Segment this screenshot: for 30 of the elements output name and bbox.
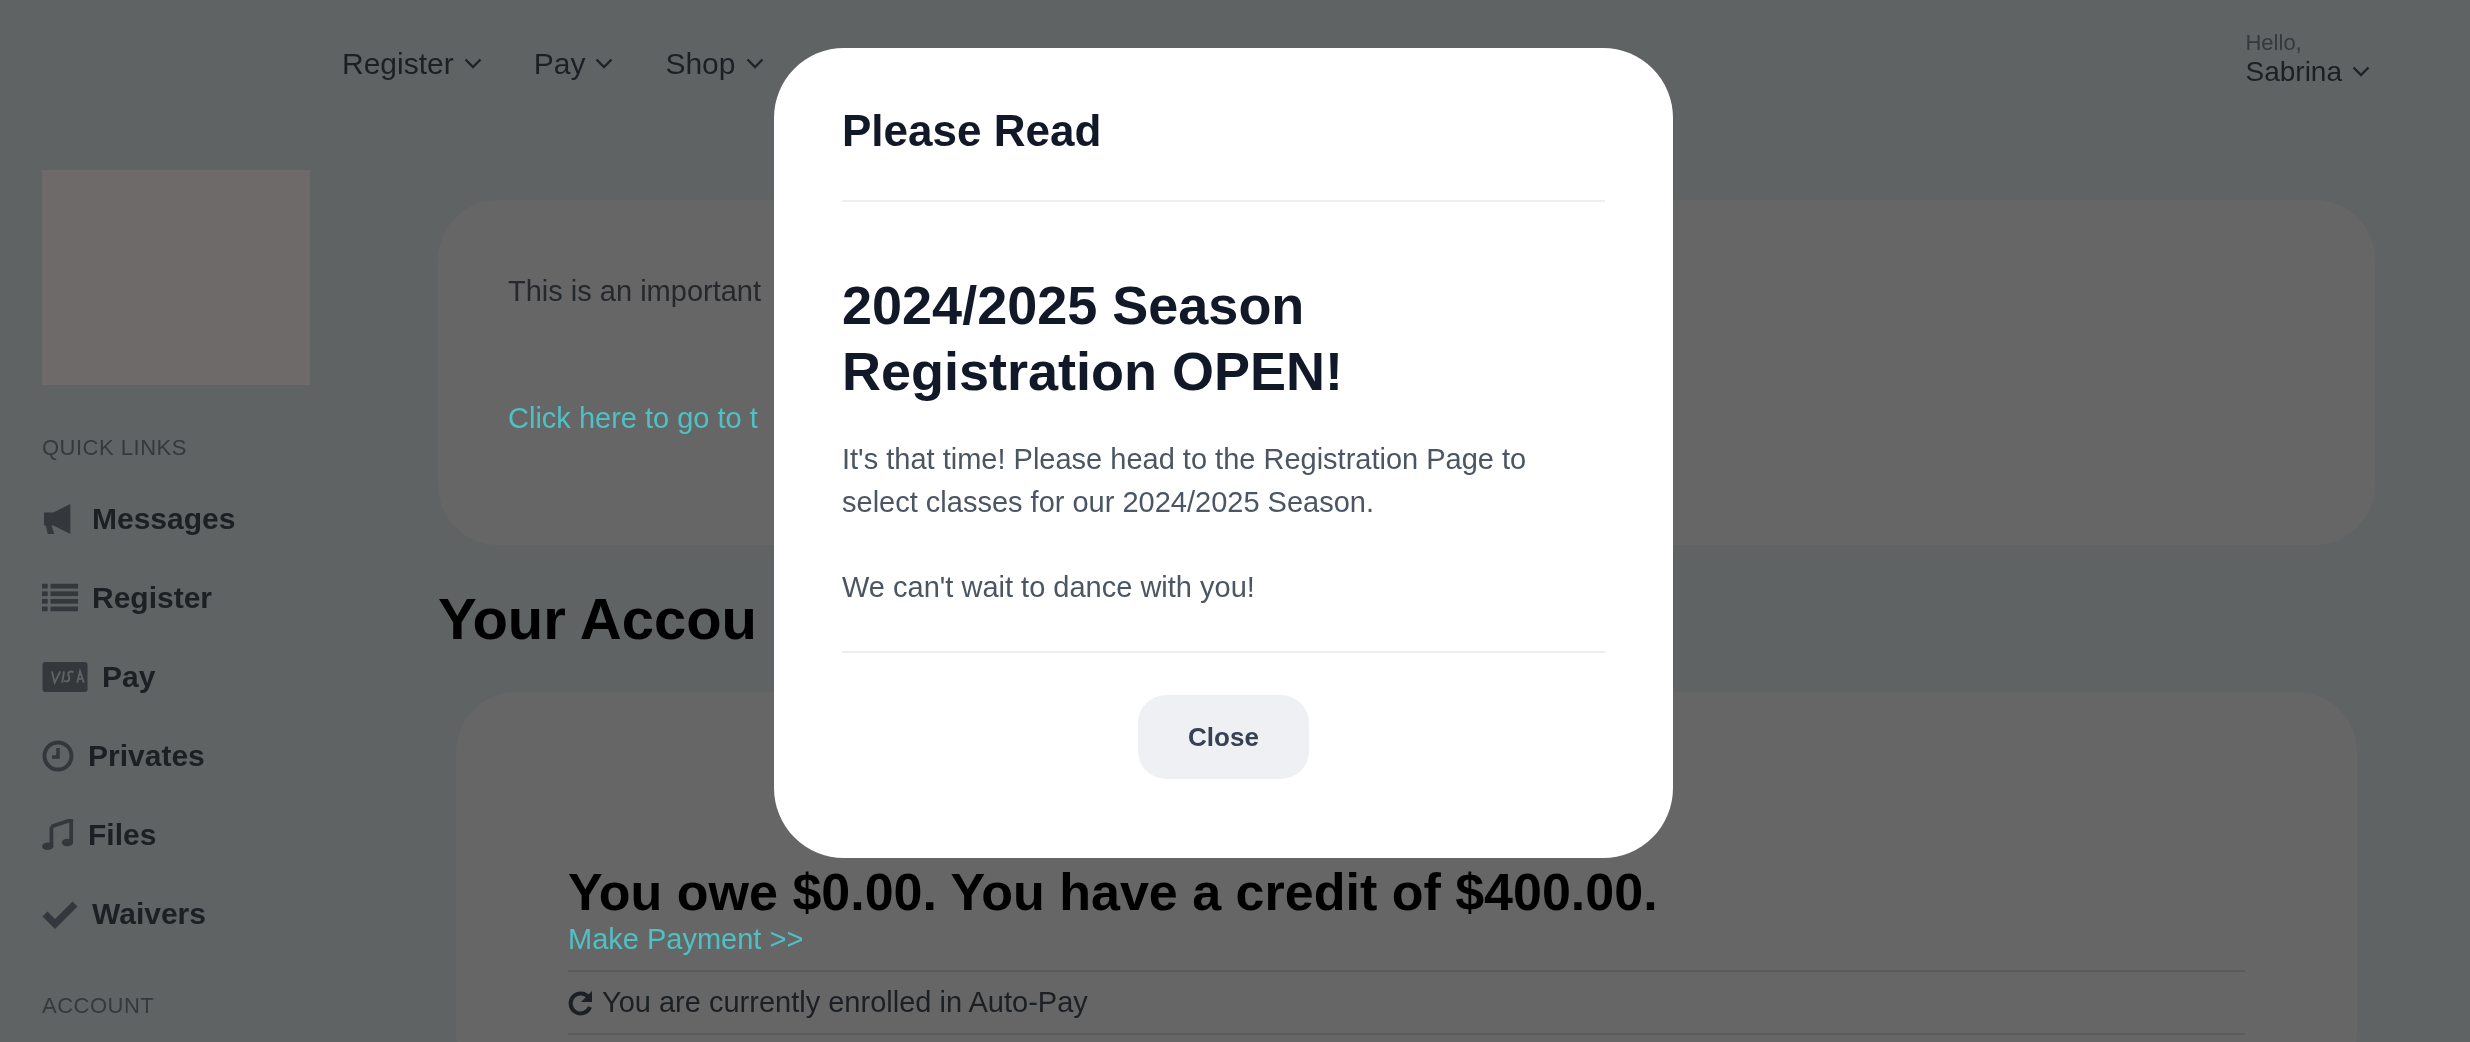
section-title: Your Accou [438, 585, 758, 652]
sidebar-item[interactable]: Messages [42, 479, 236, 558]
sidebar-item[interactable]: Files [42, 795, 157, 874]
close-button[interactable]: Close [1138, 695, 1309, 779]
nav-menu-link[interactable]: Shop [665, 47, 764, 81]
sidebar-item[interactable]: Pay [42, 637, 156, 716]
registration-link[interactable]: Click here to go to t [508, 402, 758, 435]
caret-icon [595, 58, 614, 70]
modal-paragraph: We can't wait to dance with you! [842, 570, 1256, 605]
caret-icon [2352, 66, 2370, 78]
clock-icon [42, 739, 74, 772]
payment-link[interactable]: Make Payment >> [568, 923, 804, 957]
sidebar-item[interactable]: Waivers [42, 874, 206, 953]
modal-paragraph: It's that time! Please head to the Registration Page to select classes for our 2024/2025 Season. [842, 442, 1528, 520]
modal-title: Please Read [842, 106, 1103, 156]
notice-text: This is an important [508, 275, 762, 308]
sidebar-item[interactable]: Register [42, 558, 213, 637]
nav-menu-link[interactable]: Pay [533, 47, 614, 81]
sidebar-item[interactable]: Privates [42, 716, 205, 795]
caret-icon [745, 58, 764, 70]
caret-icon [463, 58, 482, 70]
nav-menu-link[interactable]: Register [342, 47, 482, 81]
user-menu[interactable]: Sabrina [2245, 56, 2370, 88]
refresh-icon [568, 989, 594, 1016]
balance-text: You owe $0.00. You have a credit of $400.00. [568, 864, 1658, 922]
autopay-text: You are currently enrolled in Auto-Pay [602, 986, 1088, 1020]
credit-card-icon [42, 661, 88, 692]
modal-headline: 2024/2025 Season Registration OPEN! [842, 274, 1345, 403]
list-icon [42, 581, 78, 614]
music-note-icon [42, 818, 74, 851]
